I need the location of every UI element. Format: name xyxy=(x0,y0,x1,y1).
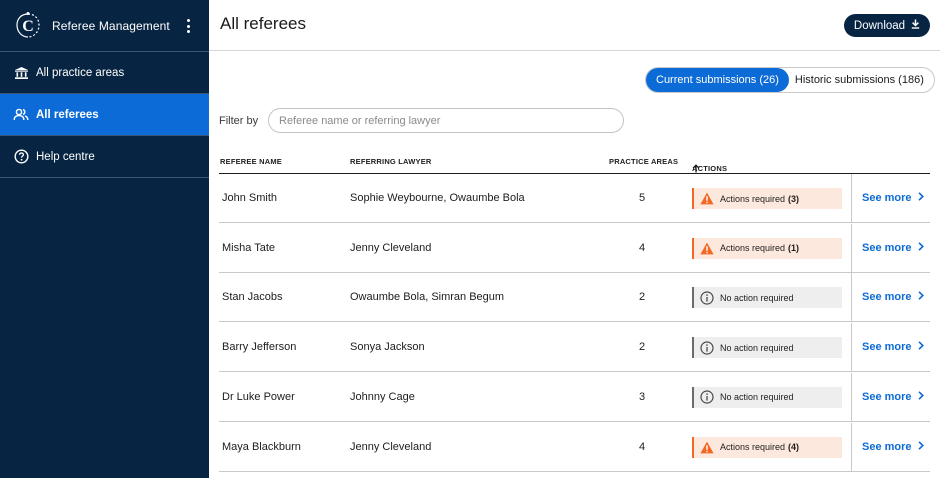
see-more-link[interactable]: See more xyxy=(862,441,924,453)
action-status-badge: No action required xyxy=(692,287,842,309)
referring-lawyer: Johnny Cage xyxy=(350,390,415,403)
sidebar-item-help-centre[interactable]: Help centre xyxy=(0,136,209,178)
referee-name: Misha Tate xyxy=(222,241,275,254)
see-more-label: See more xyxy=(862,192,912,204)
see-more-label: See more xyxy=(862,291,912,304)
action-status-badge: Actions required (3) xyxy=(692,188,842,209)
action-status-badge: Actions required (4) xyxy=(692,436,842,458)
referee-name: Barry Jefferson xyxy=(222,341,297,354)
table-header: REFEREE NAME REFERRING LAWYER PRACTICE A… xyxy=(219,150,930,174)
column-divider xyxy=(851,174,852,223)
chevron-right-icon xyxy=(917,291,924,303)
page-header: All referees Download xyxy=(209,0,940,51)
see-more-label: See more xyxy=(862,390,912,403)
action-status-badge: No action required xyxy=(692,337,842,359)
filter-label: Filter by xyxy=(219,115,259,127)
table-row: Dr Luke Power Johnny Cage 3 No action re… xyxy=(219,372,930,422)
sidebar: C Referee Management All practice areas … xyxy=(0,0,209,478)
see-more-link[interactable]: See more xyxy=(862,291,924,303)
see-more-link[interactable]: See more xyxy=(862,242,924,254)
practice-areas-count: 5 xyxy=(638,192,646,204)
column-divider xyxy=(851,323,852,373)
action-count: (1) xyxy=(788,243,800,254)
see-more-link[interactable]: See more xyxy=(862,391,924,403)
action-status-text: No action required xyxy=(720,392,794,403)
see-more-label: See more xyxy=(862,241,912,254)
referee-name: Dr Luke Power xyxy=(222,390,295,403)
chevron-right-icon xyxy=(917,341,924,353)
tab-historic-submissions[interactable]: Historic submissions (186) xyxy=(789,68,934,92)
action-count: (3) xyxy=(788,193,800,204)
column-header-referee-name[interactable]: REFEREE NAME xyxy=(220,157,282,166)
sidebar-item-label: Help centre xyxy=(36,150,95,163)
action-status-badge: Actions required (1) xyxy=(692,237,842,259)
svg-text:C: C xyxy=(22,18,34,35)
column-header-practice-areas[interactable]: PRACTICE AREAS xyxy=(609,157,678,166)
filter-input[interactable] xyxy=(268,108,624,133)
see-more-link[interactable]: See more xyxy=(862,341,924,353)
referring-lawyer: Jenny Cleveland xyxy=(350,241,432,254)
referring-lawyer: Sophie Weybourne, Owaumbe Bola xyxy=(350,192,525,204)
referring-lawyer: Jenny Cleveland xyxy=(350,440,432,453)
sidebar-item-label: All practice areas xyxy=(36,66,125,79)
people-icon xyxy=(13,107,29,123)
institution-icon xyxy=(13,65,29,81)
action-status-text: No action required xyxy=(720,292,794,303)
column-divider xyxy=(851,372,852,422)
referee-name: Maya Blackburn xyxy=(222,440,301,453)
chevron-right-icon xyxy=(917,391,924,403)
download-icon xyxy=(911,19,920,32)
action-status-text: No action required xyxy=(720,342,794,353)
referring-lawyer: Owaumbe Bola, Simran Begum xyxy=(350,291,505,304)
see-more-label: See more xyxy=(862,341,912,354)
chevron-right-icon xyxy=(917,241,924,254)
download-button-label: Download xyxy=(853,19,906,32)
warning-icon xyxy=(700,192,714,206)
help-circle-icon xyxy=(13,149,29,165)
table-row: Misha Tate Jenny Cleveland 4 Actions req… xyxy=(219,223,930,273)
action-status-text: Actions required xyxy=(720,243,786,254)
warning-icon xyxy=(700,241,714,255)
info-icon xyxy=(700,340,714,355)
table-row: Stan Jacobs Owaumbe Bola, Simran Begum 2… xyxy=(219,273,930,323)
more-options-icon[interactable] xyxy=(181,17,195,35)
brand-header: C Referee Management xyxy=(0,0,209,52)
sidebar-item-all-referees[interactable]: All referees xyxy=(0,94,209,136)
warning-icon xyxy=(700,440,714,454)
app-title: Referee Management xyxy=(52,18,170,33)
action-count: (4) xyxy=(788,442,800,452)
table-row: Barry Jefferson Sonya Jackson 2 No actio… xyxy=(219,323,930,373)
info-icon xyxy=(700,390,714,404)
sidebar-item-label: All referees xyxy=(36,108,99,121)
column-divider xyxy=(851,223,852,273)
action-status-badge: No action required xyxy=(692,386,842,408)
see-more-label: See more xyxy=(862,440,912,453)
tab-current-submissions[interactable]: Current submissions (26) xyxy=(646,68,789,92)
info-icon xyxy=(700,291,714,305)
chevron-right-icon xyxy=(917,192,924,204)
action-status-text: Actions required xyxy=(720,193,786,204)
submission-tabs: Current submissions (26) Historic submis… xyxy=(645,67,935,93)
column-divider xyxy=(851,273,852,323)
column-divider xyxy=(851,422,852,472)
practice-areas-count: 4 xyxy=(638,440,646,453)
referee-name: Stan Jacobs xyxy=(222,291,283,304)
page-title: All referees xyxy=(220,14,306,33)
chevron-right-icon xyxy=(917,440,924,453)
crest-logo-icon[interactable]: C xyxy=(12,10,44,42)
table-row: Maya Blackburn Jenny Cleveland 4 Actions… xyxy=(219,422,930,472)
sidebar-item-all-practice-areas[interactable]: All practice areas xyxy=(0,52,209,94)
referring-lawyer: Sonya Jackson xyxy=(350,341,425,354)
download-button[interactable]: Download xyxy=(844,14,930,37)
column-header-referring-lawyer[interactable]: REFERRING LAWYER xyxy=(350,157,432,166)
table-row: John Smith Sophie Weybourne, Owaumbe Bol… xyxy=(219,174,930,223)
practice-areas-count: 2 xyxy=(638,291,646,304)
practice-areas-count: 2 xyxy=(638,341,646,354)
see-more-link[interactable]: See more xyxy=(862,192,924,204)
referee-name: John Smith xyxy=(222,192,278,204)
action-status-text: Actions required xyxy=(720,442,786,452)
practice-areas-count: 4 xyxy=(638,241,646,254)
practice-areas-count: 3 xyxy=(638,390,646,403)
